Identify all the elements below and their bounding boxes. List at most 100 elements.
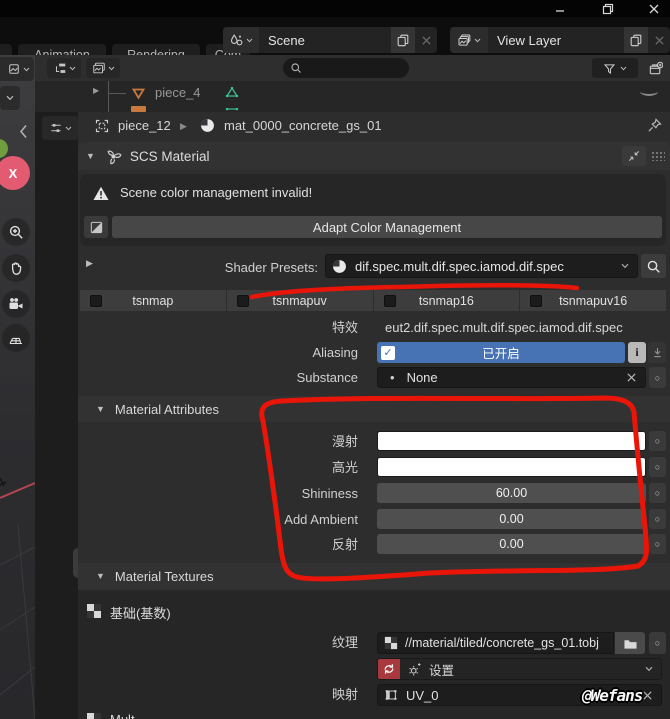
- effect-label: 特效: [78, 317, 358, 338]
- shader-presets-expander[interactable]: ▶: [86, 258, 93, 269]
- scene-unlink-button[interactable]: [415, 27, 437, 53]
- panel-expand-arrow[interactable]: ▼: [86, 151, 95, 161]
- reflection-field[interactable]: 0.00: [377, 534, 646, 554]
- view-layer-icon: [457, 33, 472, 48]
- scene-selector[interactable]: Scene: [223, 27, 437, 53]
- editor-type-selector[interactable]: [42, 116, 78, 140]
- effect-value: eut2.dif.spec.mult.dif.spec.iamod.dif.sp…: [385, 317, 623, 338]
- region-collapse-arrow[interactable]: [19, 124, 28, 139]
- texture-path-field[interactable]: //material/tiled/concrete_gs_01.tobj: [377, 632, 614, 654]
- new-collection-button[interactable]: [643, 58, 667, 78]
- viewport-zoom-button[interactable]: [2, 218, 30, 246]
- outliner-display-mode-button[interactable]: [47, 58, 81, 78]
- scs-material-panel-header[interactable]: ▼ SCS Material: [78, 142, 670, 170]
- reflection-decorator[interactable]: ○: [649, 534, 666, 554]
- aliasing-download-button[interactable]: [648, 342, 666, 363]
- substance-label: Substance: [78, 367, 358, 388]
- object-icon: [94, 118, 110, 134]
- close-icon[interactable]: [626, 372, 637, 383]
- material-sphere-icon: [200, 118, 215, 133]
- checkbox[interactable]: [530, 295, 542, 307]
- texture-settings-dropdown[interactable]: 设置: [377, 658, 662, 680]
- uv-icon: [384, 688, 398, 702]
- add-ambient-label: Add Ambient: [78, 509, 358, 530]
- outliner-row-partial[interactable]: [35, 105, 670, 112]
- view-layer-remove-button[interactable]: [648, 27, 670, 53]
- flag-tsnmapuv[interactable]: tsnmapuv: [227, 290, 373, 311]
- viewport-pan-button[interactable]: [2, 254, 30, 282]
- shader-preset-search-button[interactable]: [641, 254, 666, 278]
- watermark: @Wefans: [582, 686, 642, 705]
- close-button[interactable]: [642, 0, 666, 17]
- mesh-icon: [130, 85, 147, 102]
- expander-icon[interactable]: ▶: [93, 86, 99, 95]
- panel-collapse-button[interactable]: [622, 146, 646, 166]
- view-layer-selector[interactable]: View Layer: [450, 27, 670, 53]
- aliasing-checkbox[interactable]: ✓: [381, 346, 395, 360]
- view-layer-browse-button[interactable]: [450, 27, 488, 53]
- panel-grip-handle[interactable]: [651, 151, 665, 161]
- shader-presets-dropdown[interactable]: dif.spec.mult.dif.spec.iamod.dif.spec: [325, 254, 638, 278]
- refresh-icon: [382, 662, 396, 676]
- view-layer-duplicate-button[interactable]: [624, 27, 648, 53]
- close-icon: [648, 3, 660, 15]
- shininess-decorator[interactable]: ○: [649, 483, 666, 503]
- panel-expand-arrow[interactable]: ▼: [96, 404, 105, 414]
- chevron-down-icon: [621, 263, 629, 269]
- scene-browse-button[interactable]: [223, 27, 259, 53]
- add-ambient-field[interactable]: 0.00: [377, 509, 646, 529]
- pin-icon[interactable]: [646, 117, 663, 134]
- duplicate-icon: [396, 33, 410, 47]
- reflection-label: 反射: [78, 534, 358, 555]
- maximize-button[interactable]: [596, 0, 620, 17]
- diffuse-color-swatch[interactable]: [377, 431, 646, 451]
- substance-dropdown[interactable]: • None: [377, 367, 646, 388]
- texture-decorator[interactable]: ○: [649, 632, 666, 654]
- close-icon[interactable]: [642, 690, 653, 701]
- chevron-down-icon: [645, 666, 653, 672]
- base-texture-title: 基础(基数): [110, 603, 171, 622]
- substance-decorator[interactable]: ○: [649, 367, 666, 388]
- specular-color-swatch[interactable]: [377, 457, 646, 477]
- material-textures-header[interactable]: ▼ Material Textures: [78, 563, 670, 589]
- add-ambient-decorator[interactable]: ○: [649, 509, 666, 529]
- scene-duplicate-button[interactable]: [391, 27, 415, 53]
- checkbox[interactable]: [384, 295, 396, 307]
- material-attributes-header[interactable]: ▼ Material Attributes: [78, 396, 670, 422]
- checkbox[interactable]: [237, 295, 249, 307]
- outliner-header: [35, 55, 670, 81]
- shininess-field[interactable]: 60.00: [377, 483, 646, 503]
- panel-expand-arrow[interactable]: ▼: [96, 571, 105, 581]
- outliner-filter-image-button[interactable]: [86, 58, 120, 78]
- color-management-icon-button[interactable]: [84, 216, 108, 238]
- chevron-down-icon: [474, 38, 481, 43]
- outliner-filter-button[interactable]: [592, 58, 638, 78]
- minimize-button[interactable]: [548, 0, 572, 17]
- breadcrumb-object[interactable]: piece_12: [118, 118, 171, 133]
- viewport-grid-button[interactable]: [2, 324, 30, 352]
- flag-tsnmap16[interactable]: tsnmap16: [374, 290, 520, 311]
- aliasing-toggle[interactable]: ✓ 已开启: [377, 342, 625, 363]
- adapt-color-management-button[interactable]: Adapt Color Management: [112, 216, 662, 238]
- texture-browse-button[interactable]: [615, 632, 645, 654]
- outliner-item-name[interactable]: piece_4: [155, 85, 201, 100]
- outliner-row-piece4[interactable]: ▶ piece_4: [35, 81, 670, 105]
- breadcrumb: piece_12 ▶ mat_0000_concrete_gs_01: [78, 112, 670, 140]
- shininess-label: Shininess: [78, 483, 358, 504]
- mult-texture-title: Mult: [110, 712, 135, 719]
- diffuse-decorator[interactable]: ○: [649, 431, 666, 451]
- bullet-icon: •: [390, 370, 395, 385]
- aliasing-info-button[interactable]: i: [628, 342, 646, 363]
- viewport-dropdown-partial[interactable]: [0, 86, 20, 110]
- texture-reload-button[interactable]: [378, 659, 400, 679]
- viewport-shading-dropdown-partial[interactable]: [0, 57, 34, 81]
- properties-editor-icon: [49, 121, 63, 135]
- flag-tsnmap[interactable]: tsnmap: [80, 290, 226, 311]
- specular-decorator[interactable]: ○: [649, 457, 666, 477]
- outliner: ▶ piece_4: [35, 55, 670, 112]
- checkbox[interactable]: [90, 295, 102, 307]
- outliner-search-input[interactable]: [283, 58, 409, 78]
- viewport-camera-button[interactable]: [2, 290, 30, 318]
- flag-tsnmapuv16[interactable]: tsnmapuv16: [520, 290, 666, 311]
- breadcrumb-material[interactable]: mat_0000_concrete_gs_01: [224, 118, 382, 133]
